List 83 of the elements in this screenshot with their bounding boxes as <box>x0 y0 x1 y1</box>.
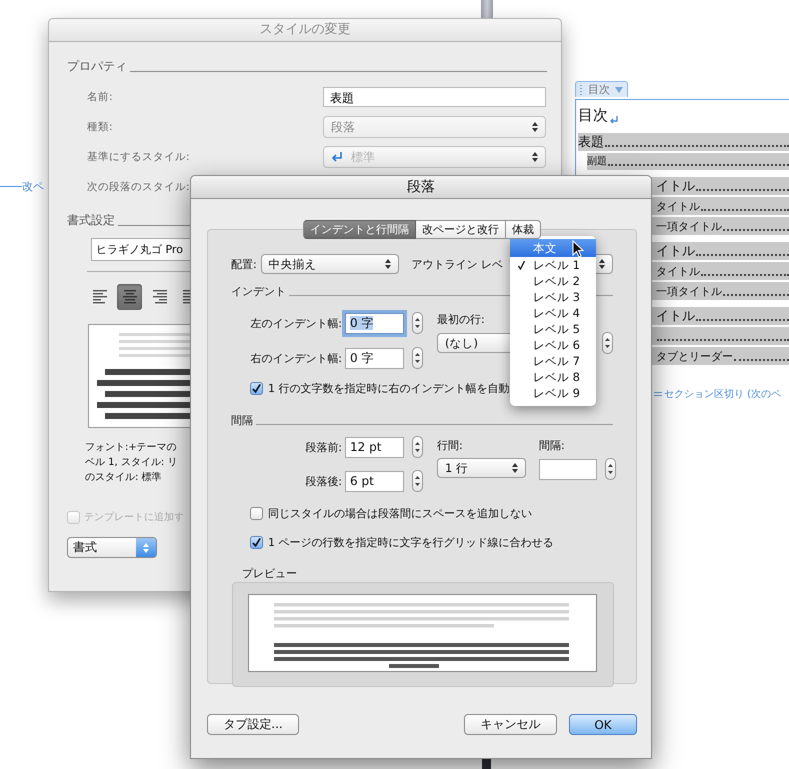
checkbox-label: 1 ページの行数を指定時に文字を行グリッド線に合わせる <box>268 535 554 550</box>
window-title: スタイルの変更 <box>49 19 561 42</box>
stepper-button[interactable] <box>412 347 423 369</box>
updown-arrows-icon <box>384 259 391 269</box>
style-description: ベル 1, スタイル: リ <box>85 456 178 470</box>
field-label: 配置: <box>231 256 257 272</box>
section-heading: 書式設定 <box>67 212 115 229</box>
updown-arrows-icon <box>512 463 518 473</box>
field-label: アウトライン レベ <box>412 256 504 272</box>
name-field[interactable]: 表題 <box>323 87 546 107</box>
checkbox-label: 1 行の文字数を指定時に右のインデント幅を自動 <box>268 381 510 396</box>
content-control-label: 目次 <box>588 82 610 97</box>
line-spacing-select[interactable]: 1 行 <box>437 458 526 478</box>
tab[interactable]: インデントと行間隔 <box>303 220 416 239</box>
updown-arrows-icon <box>415 440 420 454</box>
indent-field[interactable]: 0 字 <box>345 348 404 368</box>
grip-icon <box>580 84 583 95</box>
toc-entry[interactable]: 表題 <box>578 133 789 151</box>
section-heading: 間隔 <box>231 413 253 428</box>
spacing-field[interactable]: 12 pt <box>345 436 404 458</box>
style-description: のスタイル: 標準 <box>85 470 163 485</box>
dialog-button[interactable]: タブ設定... <box>207 714 299 735</box>
field-label: 右のインデント幅: <box>249 350 342 366</box>
stepper-button[interactable] <box>412 470 423 492</box>
stepper-button[interactable] <box>605 458 616 480</box>
field-label: 基準にするスタイル: <box>87 150 191 164</box>
style-description: フォント:+テーマの <box>85 441 178 455</box>
updown-arrows-icon <box>532 152 538 162</box>
stepper-button[interactable] <box>412 312 423 334</box>
dialog-button[interactable]: キャンセル <box>464 714 557 735</box>
updown-arrows-icon <box>599 259 605 269</box>
toc-heading: 目次 <box>578 106 608 125</box>
updown-arrows-icon <box>143 542 149 552</box>
checkbox-label: 同じスタイルの場合は段落間にスペースを追加しない <box>268 506 532 521</box>
updown-arrows-icon <box>415 316 420 330</box>
checkbox[interactable] <box>250 382 263 395</box>
field-label: 名前: <box>87 90 114 104</box>
spacing-field[interactable]: 6 pt <box>345 470 404 492</box>
tab[interactable]: 体裁 <box>506 220 541 239</box>
field-label: 段落前: <box>304 440 342 454</box>
alignment-select[interactable]: 中央揃え <box>260 254 399 274</box>
paragraph-mark-icon <box>609 116 618 125</box>
page-break-label: 改ペ <box>22 179 44 194</box>
field-label: 最初の行: <box>437 312 485 327</box>
alignment-button[interactable] <box>117 284 142 310</box>
field-label: 左のインデント幅: <box>249 316 342 330</box>
align-left-icon <box>92 290 106 304</box>
align-right-icon <box>152 290 166 304</box>
field-label: 間隔: <box>539 438 565 453</box>
field-label: 次の段落のスタイル: <box>87 180 191 194</box>
updown-arrows-icon <box>532 122 538 132</box>
section-break-label: セクション区切り (次のペ <box>664 388 782 401</box>
splitter-bar <box>481 0 493 19</box>
updown-arrows-icon <box>415 351 420 365</box>
section-heading: プロパティ <box>67 58 127 75</box>
stepper-button[interactable] <box>412 436 423 458</box>
checkbox[interactable] <box>250 536 263 549</box>
ok-button[interactable]: OK <box>569 714 637 735</box>
checkbox-label: テンプレートに追加す <box>84 510 184 524</box>
field-label: 種類: <box>87 120 114 134</box>
tab[interactable]: 改ページと改行 <box>416 220 506 239</box>
toc-entry[interactable]: 副題 <box>587 153 789 170</box>
checkbox[interactable] <box>250 507 263 520</box>
caret-icon <box>615 86 623 92</box>
updown-arrows-icon <box>608 462 613 476</box>
window-title: 段落 <box>191 176 651 199</box>
format-popup-button[interactable]: 書式 <box>67 537 157 558</box>
field-label: 行間: <box>437 438 463 453</box>
stepper-button[interactable] <box>602 332 613 354</box>
field-label: 段落後: <box>304 474 342 488</box>
font-field[interactable]: ヒラギノ丸ゴ Pro <box>91 238 191 261</box>
spacing-at-field[interactable] <box>539 458 597 480</box>
section-heading: インデント <box>231 284 286 299</box>
section-heading: プレビュー <box>242 566 298 581</box>
paragraph-mark-icon <box>331 152 343 162</box>
menu-item[interactable]: レベル 9 <box>510 385 596 401</box>
menu-item[interactable]: レベル 8 <box>510 369 596 385</box>
updown-arrows-icon <box>605 336 610 350</box>
mouse-pointer-icon <box>572 240 584 258</box>
menu-item[interactable]: 本文 <box>510 239 596 257</box>
content-control-tab[interactable]: 目次 <box>575 81 628 97</box>
align-center-icon <box>122 290 136 304</box>
updown-arrows-icon <box>415 474 420 488</box>
